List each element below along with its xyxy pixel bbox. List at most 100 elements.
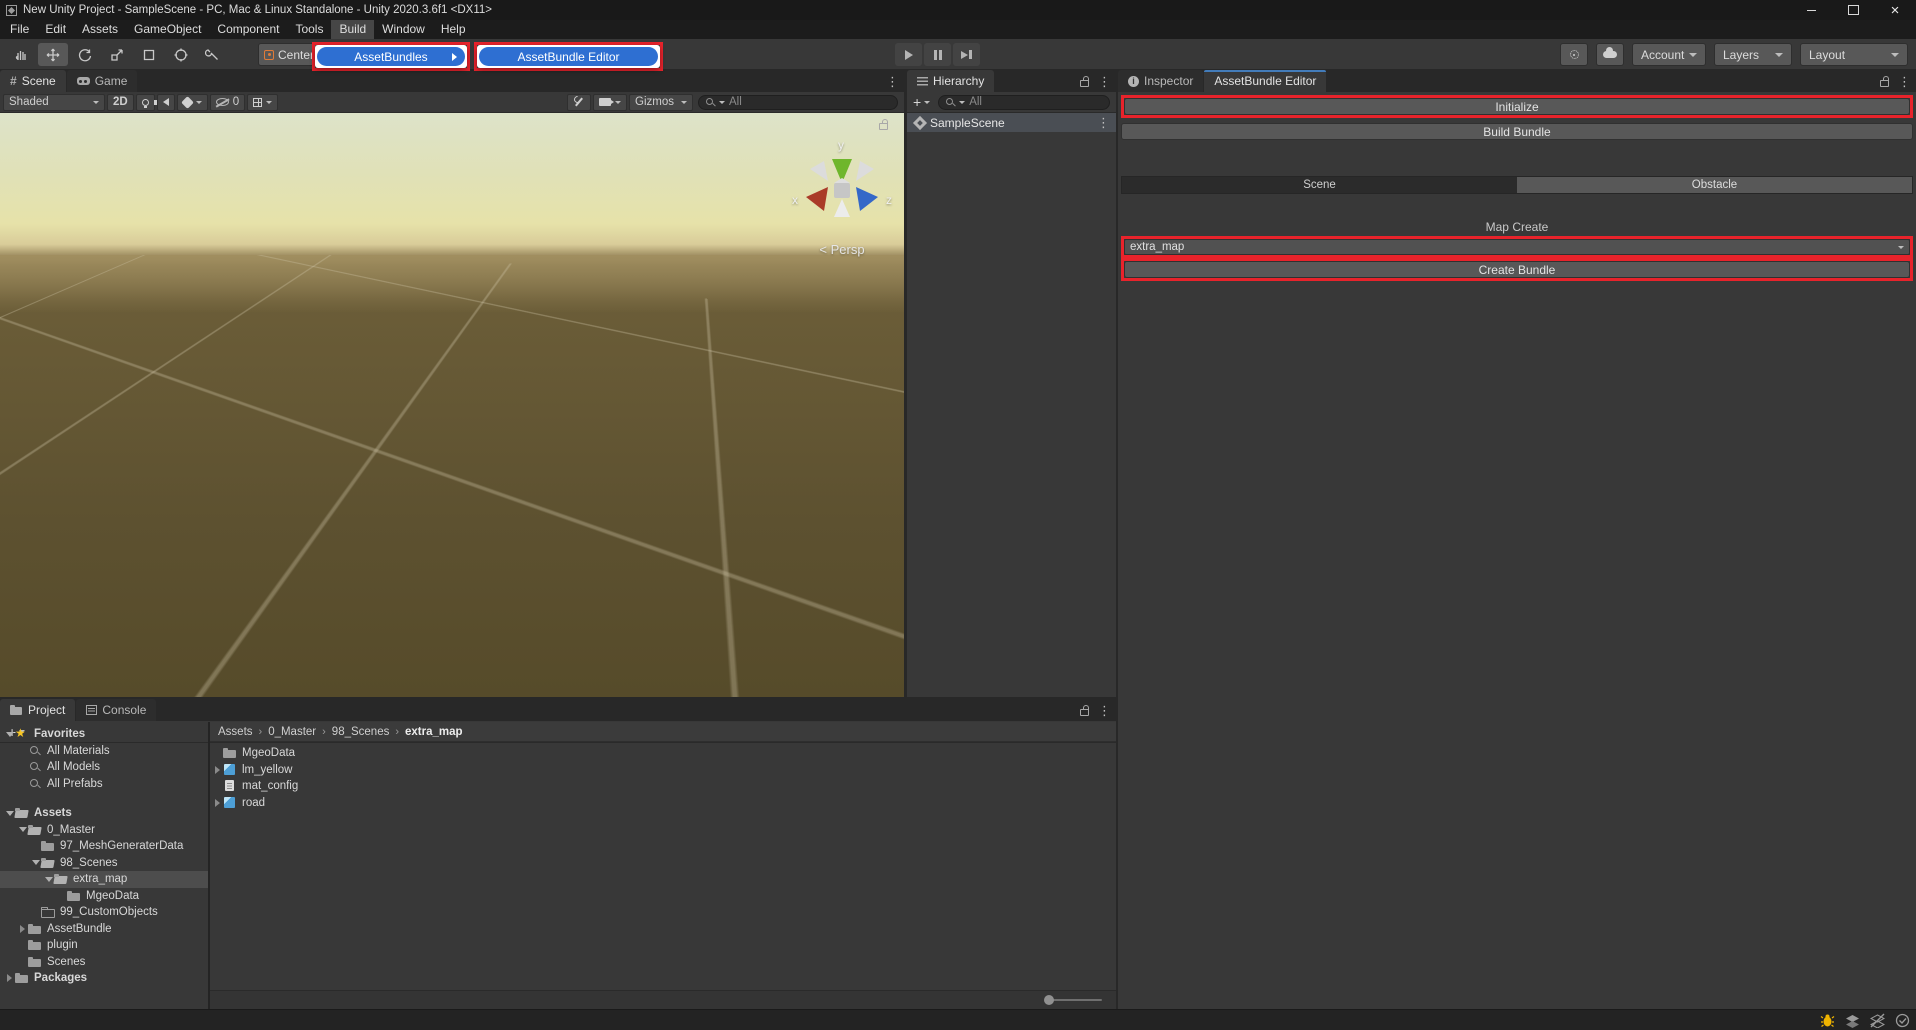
menubar-item[interactable]: Window [374,20,433,39]
project-tree-item[interactable]: 0_Master [0,822,208,839]
dropdown-menu-item[interactable]: AssetBundles [317,47,465,66]
expand-arrow-icon[interactable] [212,766,223,774]
lock-icon[interactable] [1880,80,1889,87]
project-tree-item[interactable]: plugin [0,937,208,954]
hidden-objects-button[interactable]: 0 [210,94,245,111]
project-tree-item[interactable]: 98_Scenes [0,855,208,872]
lock-icon[interactable] [1080,80,1089,87]
layers-dropdown[interactable]: Layers [1714,43,1792,66]
expand-arrow-icon[interactable] [43,877,54,882]
build-bundle-button[interactable]: Build Bundle [1121,123,1913,140]
menubar-item[interactable]: Component [209,20,287,39]
lock-icon[interactable] [1080,709,1089,716]
expand-arrow-icon[interactable] [17,925,28,933]
scale-tool-button[interactable] [102,43,132,66]
panel-tab[interactable]: Project [0,699,75,721]
menubar-item[interactable]: Edit [37,20,74,39]
rotate-tool-button[interactable] [70,43,100,66]
panel-tab[interactable]: Game [67,70,138,92]
gizmos-dropdown[interactable]: Gizmos [629,94,693,111]
account-dropdown[interactable]: Account [1632,43,1706,66]
lock-icon[interactable] [879,123,888,130]
asset-list-item[interactable]: MgeoData [210,745,1116,762]
scene-viewport[interactable]: y x z < Persp [0,113,904,697]
menubar-item[interactable]: Assets [74,20,126,39]
project-tree-item[interactable]: extra_map [0,871,208,888]
breadcrumb-segment[interactable]: 98_Scenes [332,726,390,738]
kebab-menu-icon[interactable] [886,75,899,88]
close-button[interactable] [1874,0,1916,20]
slider-knob[interactable] [1044,995,1054,1005]
menubar-item[interactable]: GameObject [126,20,209,39]
inspector-mode-tab[interactable]: Obstacle [1517,177,1912,193]
maximize-button[interactable] [1832,0,1874,20]
rect-tool-button[interactable] [134,43,164,66]
effects-dropdown[interactable] [177,94,208,111]
inspector-mode-tab[interactable]: Scene [1122,177,1517,193]
create-object-button[interactable]: + [909,94,934,110]
transform-tool-button[interactable] [166,43,196,66]
minimize-button[interactable] [1790,0,1832,20]
menubar-item[interactable]: Help [433,20,474,39]
menubar-item[interactable]: File [2,20,37,39]
asset-list-item[interactable]: road [210,795,1116,812]
thumbnail-zoom-slider[interactable] [1046,999,1102,1001]
project-tree-item[interactable]: All Prefabs [0,776,208,793]
progress-check-icon[interactable] [1895,1013,1910,1028]
project-tree-item[interactable]: AssetBundle [0,921,208,938]
panel-tab[interactable]: Scene [0,70,66,92]
project-tree-item[interactable]: 97_MeshGeneraterData [0,838,208,855]
cache-server-disabled-icon[interactable] [1870,1013,1885,1028]
project-tree-item[interactable]: 99_CustomObjects [0,904,208,921]
kebab-menu-icon[interactable] [1098,704,1111,717]
2d-toggle-button[interactable]: 2D [107,94,134,111]
panel-tab[interactable]: Inspector [1118,70,1203,92]
axis-x-label[interactable]: x [792,193,798,207]
camera-settings-dropdown[interactable] [593,94,627,111]
layout-dropdown[interactable]: Layout [1800,43,1908,66]
project-tree-item[interactable]: Scenes [0,954,208,971]
tab-hierarchy[interactable]: Hierarchy [907,70,994,92]
hierarchy-scene-row[interactable]: SampleScene [907,113,1116,132]
hierarchy-search-input[interactable]: All [938,95,1110,110]
hand-tool-button[interactable] [6,43,36,66]
kebab-menu-icon[interactable] [1097,116,1110,129]
axis-z-label[interactable]: z [886,193,892,207]
kebab-menu-icon[interactable] [1898,75,1911,88]
panel-tab[interactable]: Console [76,699,156,721]
step-button[interactable] [953,43,980,66]
panel-tab[interactable]: AssetBundle Editor [1204,70,1326,92]
orientation-gizmo[interactable]: y x z < Persp [794,141,890,257]
expand-arrow-icon[interactable] [4,974,15,982]
axis-y-label[interactable]: y [838,138,844,152]
project-tree-item[interactable]: All Models [0,759,208,776]
dropdown-menu-item[interactable]: AssetBundle Editor [479,47,658,66]
audio-toggle-button[interactable] [157,94,175,111]
play-button[interactable] [895,43,922,66]
move-tool-button[interactable] [38,43,68,66]
project-tree-item[interactable]: Assets [0,805,208,822]
project-tree-item[interactable]: Packages [0,970,208,987]
menubar-item[interactable]: Tools [287,20,331,39]
debug-bug-icon[interactable] [1820,1013,1835,1028]
expand-arrow-icon[interactable] [4,811,15,816]
project-tree-item[interactable]: Favorites [0,726,208,743]
breadcrumb-segment[interactable]: extra_map [405,726,463,738]
expand-arrow-icon[interactable] [212,799,223,807]
expand-arrow-icon[interactable] [17,827,28,832]
pause-button[interactable] [924,43,951,66]
initialize-button[interactable]: Initialize [1124,98,1910,115]
create-bundle-button[interactable]: Create Bundle [1124,261,1910,278]
asset-list-item[interactable]: lm_yellow [210,762,1116,779]
cache-server-icon[interactable] [1845,1013,1860,1028]
projection-label[interactable]: < Persp [794,242,890,257]
axis-gizmo-icon[interactable] [794,141,890,237]
expand-arrow-icon[interactable] [4,732,15,737]
shading-mode-dropdown[interactable]: Shaded [3,94,105,111]
cloud-services-button[interactable] [1596,43,1624,66]
scene-tools-button[interactable] [567,94,591,111]
project-tree-item[interactable]: All Materials [0,743,208,760]
scene-search-input[interactable]: All [698,95,898,110]
grid-visibility-dropdown[interactable] [247,94,278,111]
expand-arrow-icon[interactable] [30,860,41,865]
